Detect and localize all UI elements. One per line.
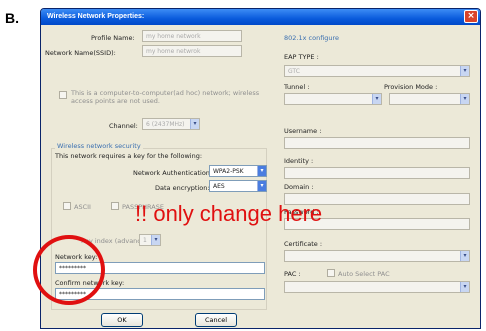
auto-select-pac-label: Auto Select PAC bbox=[338, 270, 390, 278]
provision-mode-label: Provision Mode : bbox=[384, 83, 438, 91]
auto-select-pac-checkbox[interactable] bbox=[327, 269, 335, 277]
identity-input[interactable] bbox=[284, 167, 470, 179]
cancel-button[interactable]: Cancel bbox=[195, 313, 237, 327]
annotation-text: !! only change here bbox=[135, 201, 323, 226]
security-group-label: Wireless network security bbox=[55, 142, 143, 150]
close-button[interactable]: × bbox=[464, 10, 478, 23]
data-encryption-label: Data encryption: bbox=[155, 184, 210, 192]
section-8021x-label: 802.1x configure bbox=[284, 34, 340, 42]
figure-label: B. bbox=[5, 10, 19, 26]
chevron-down-icon: ▾ bbox=[460, 282, 469, 292]
title-bar: Wireless Network Properties: × bbox=[41, 9, 480, 25]
requires-key-text: This network requires a key for the foll… bbox=[55, 152, 203, 160]
profile-name-input[interactable]: my home network bbox=[142, 30, 242, 42]
ssid-input[interactable]: my home netwrok bbox=[142, 45, 242, 57]
pac-label: PAC : bbox=[284, 270, 301, 278]
adhoc-checkbox[interactable] bbox=[59, 91, 67, 99]
chevron-down-icon: ▾ bbox=[151, 235, 160, 245]
chevron-down-icon: ▾ bbox=[257, 166, 266, 176]
ssid-label: Network Name(SSID): bbox=[45, 49, 116, 57]
key-index-select[interactable]: 1 ▾ bbox=[139, 234, 161, 246]
ascii-checkbox[interactable] bbox=[63, 202, 71, 210]
identity-label: Identity : bbox=[284, 157, 314, 165]
network-auth-label: Network Authentication: bbox=[133, 169, 213, 177]
profile-name-label: Profile Name: bbox=[91, 34, 135, 42]
annotation-circle bbox=[33, 235, 105, 305]
window-title: Wireless Network Properties: bbox=[47, 13, 145, 20]
certificate-select[interactable]: ▾ bbox=[284, 250, 470, 262]
passphrase-checkbox[interactable] bbox=[111, 202, 119, 210]
wireless-properties-dialog: Wireless Network Properties: × Profile N… bbox=[40, 8, 481, 329]
certificate-label: Certificate : bbox=[284, 240, 323, 248]
key-index-value: 1 bbox=[143, 237, 147, 244]
chevron-down-icon: ▾ bbox=[372, 94, 381, 104]
data-encryption-value: AES bbox=[213, 183, 225, 190]
username-label: Username : bbox=[284, 127, 322, 135]
chevron-down-icon: ▾ bbox=[257, 181, 266, 191]
network-auth-select[interactable]: WPA2-PSK ▾ bbox=[209, 165, 267, 177]
tunnel-label: Tunnel : bbox=[284, 83, 310, 91]
chevron-down-icon: ▾ bbox=[460, 251, 469, 261]
ok-button[interactable]: OK bbox=[101, 313, 143, 327]
adhoc-text: This is a computer-to-computer(ad hoc) n… bbox=[71, 89, 260, 105]
channel-value: 6 (2437MHz) bbox=[146, 121, 185, 128]
eap-type-label: EAP TYPE : bbox=[284, 53, 319, 61]
pac-select[interactable]: ▾ bbox=[284, 281, 470, 293]
chevron-down-icon: ▾ bbox=[190, 119, 199, 129]
domain-label: Domain : bbox=[284, 183, 314, 191]
chevron-down-icon: ▾ bbox=[460, 66, 469, 76]
eap-type-select[interactable]: GTC ▾ bbox=[284, 65, 470, 77]
network-auth-value: WPA2-PSK bbox=[213, 168, 244, 175]
tunnel-select[interactable]: ▾ bbox=[284, 93, 382, 105]
data-encryption-select[interactable]: AES ▾ bbox=[209, 180, 267, 192]
channel-label: Channel: bbox=[109, 122, 138, 130]
chevron-down-icon: ▾ bbox=[460, 94, 469, 104]
channel-select[interactable]: 6 (2437MHz) ▾ bbox=[142, 118, 200, 130]
username-input[interactable] bbox=[284, 137, 470, 149]
eap-type-value: GTC bbox=[288, 68, 300, 75]
provision-mode-select[interactable]: ▾ bbox=[389, 93, 470, 105]
ascii-label: ASCII bbox=[74, 203, 91, 211]
